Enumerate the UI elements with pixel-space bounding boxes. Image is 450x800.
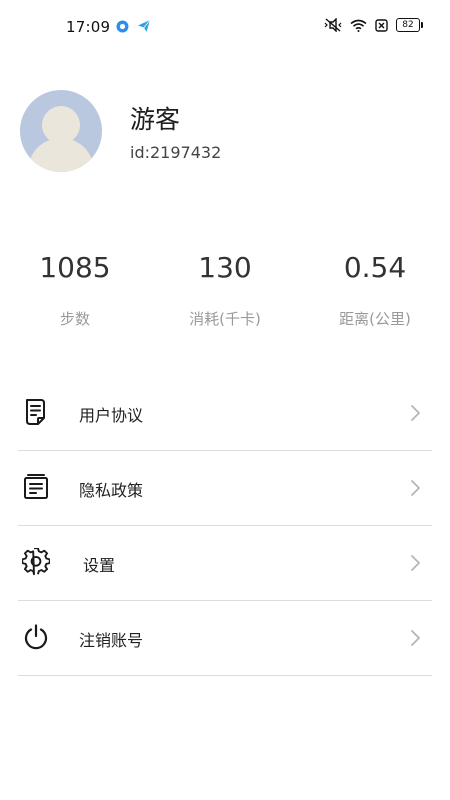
paper-plane-icon [138,19,151,32]
stat-value: 0.54 [343,251,407,284]
menu-item-delete-account[interactable]: 注销账号 [18,601,432,676]
stat-distance: 0.54 距离(公里) [300,248,450,329]
no-sim-icon [375,18,388,32]
menu-item-privacy-policy[interactable]: 隐私政策 [18,451,432,526]
avatar-body [28,138,94,172]
chevron-right-icon [411,405,420,421]
profile-id: id:2197432 [130,143,222,162]
chevron-right-icon [411,555,420,571]
chevron-right-icon [411,480,420,496]
wifi-icon [350,19,367,32]
stat-label: 步数 [59,310,90,328]
stat-label: 消耗(千卡) [189,310,261,328]
stats-row: 1085 步数 130 消耗(千卡) 0.54 距离(公里) [0,248,450,329]
stat-label: 距离(公里) [339,310,411,328]
avatar[interactable] [20,90,102,172]
stat-calories: 130 消耗(千卡) [150,248,300,329]
status-time: 17:09 [66,18,111,36]
stat-value: 130 [198,251,252,284]
menu-item-settings[interactable]: 设置 [18,526,432,601]
status-bar: 17:09 82 [0,0,450,56]
chevron-right-icon [411,630,420,646]
notebook-icon [24,474,48,499]
stat-value: 1085 [39,251,111,284]
notification-icons [116,19,151,33]
profile-name: 游客 [130,105,181,134]
record-icon [116,20,129,32]
power-icon [24,624,48,650]
mute-icon [324,18,342,32]
stat-steps: 1085 步数 [0,248,150,329]
menu-item-label: 用户协议 [79,406,144,425]
menu-item-label: 隐私政策 [79,481,144,500]
settings-menu: 用户协议 隐私政策 设置 注销账号 [18,376,432,676]
system-icons: 82 [324,18,423,32]
battery-indicator: 82 [396,18,423,32]
menu-item-label: 注销账号 [79,631,144,650]
menu-item-label: 设置 [83,556,116,575]
document-icon [26,399,45,425]
gear-icon [22,548,50,576]
menu-item-user-agreement[interactable]: 用户协议 [18,376,432,451]
